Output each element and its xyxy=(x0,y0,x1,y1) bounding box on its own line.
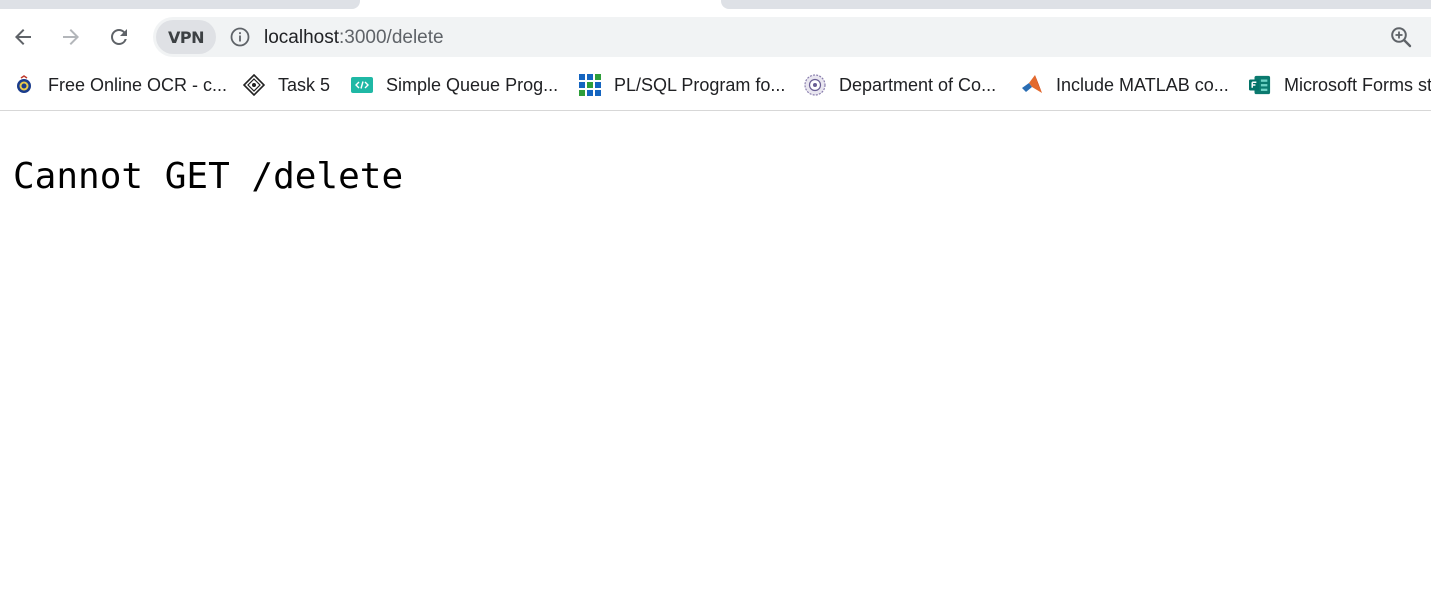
tab-right[interactable] xyxy=(721,0,1431,9)
vpn-button[interactable]: VPN xyxy=(156,20,216,54)
grid-blocks-icon xyxy=(579,74,601,96)
bookmark-item[interactable]: Include MATLAB co... xyxy=(1021,71,1229,99)
matlab-logo-icon xyxy=(1021,74,1043,96)
reload-icon xyxy=(111,29,127,45)
ocr-globe-icon xyxy=(13,74,35,96)
url-path: :3000/delete xyxy=(339,27,444,48)
diamond-logo-icon xyxy=(243,74,265,96)
arrow-left-icon xyxy=(15,29,31,45)
browser-toolbar: VPN localhost:3000/delete xyxy=(0,15,1431,60)
back-button[interactable] xyxy=(7,21,39,53)
forward-button[interactable] xyxy=(55,21,87,53)
reload-button[interactable] xyxy=(103,21,135,53)
microsoft-forms-icon xyxy=(1249,74,1271,96)
bookmark-label: Microsoft Forms st xyxy=(1284,74,1431,95)
address-bar[interactable]: VPN localhost:3000/delete xyxy=(153,17,1431,57)
bookmarks-bar: Free Online OCR - c... Task 5 Simple Que… xyxy=(0,60,1431,111)
url-text[interactable]: localhost:3000/delete xyxy=(264,27,444,49)
zoom-in-icon xyxy=(1391,27,1412,48)
bookmark-item[interactable]: Microsoft Forms st xyxy=(1249,71,1431,99)
info-icon xyxy=(230,27,250,47)
bookmark-label: Simple Queue Prog... xyxy=(386,74,559,95)
tab-strip xyxy=(0,0,1431,15)
arrow-right-icon xyxy=(63,29,79,45)
page-content: Cannot GET /delete xyxy=(0,112,1431,599)
bookmark-item[interactable]: Task 5 xyxy=(243,71,330,99)
bookmark-item[interactable]: Free Online OCR - c... xyxy=(13,71,227,99)
bookmark-label: PL/SQL Program fo... xyxy=(614,74,786,95)
zoom-button[interactable] xyxy=(1389,25,1413,49)
bookmark-label: Free Online OCR - c... xyxy=(48,74,228,95)
vpn-icon: VPN xyxy=(168,27,205,47)
emblem-seal-icon xyxy=(804,74,826,96)
code-brackets-icon xyxy=(351,74,373,96)
bookmark-item[interactable]: Department of Co... xyxy=(804,71,996,99)
error-message: Cannot GET /delete xyxy=(13,156,404,197)
bookmark-label: Task 5 xyxy=(278,74,331,95)
bookmark-item[interactable]: Simple Queue Prog... xyxy=(351,71,558,99)
tab-left[interactable] xyxy=(0,0,360,9)
bookmark-label: Department of Co... xyxy=(839,74,997,95)
bookmark-label: Include MATLAB co... xyxy=(1056,74,1229,95)
url-host: localhost xyxy=(264,27,339,48)
site-info-button[interactable] xyxy=(229,26,251,48)
bookmark-item[interactable]: PL/SQL Program fo... xyxy=(579,71,785,99)
